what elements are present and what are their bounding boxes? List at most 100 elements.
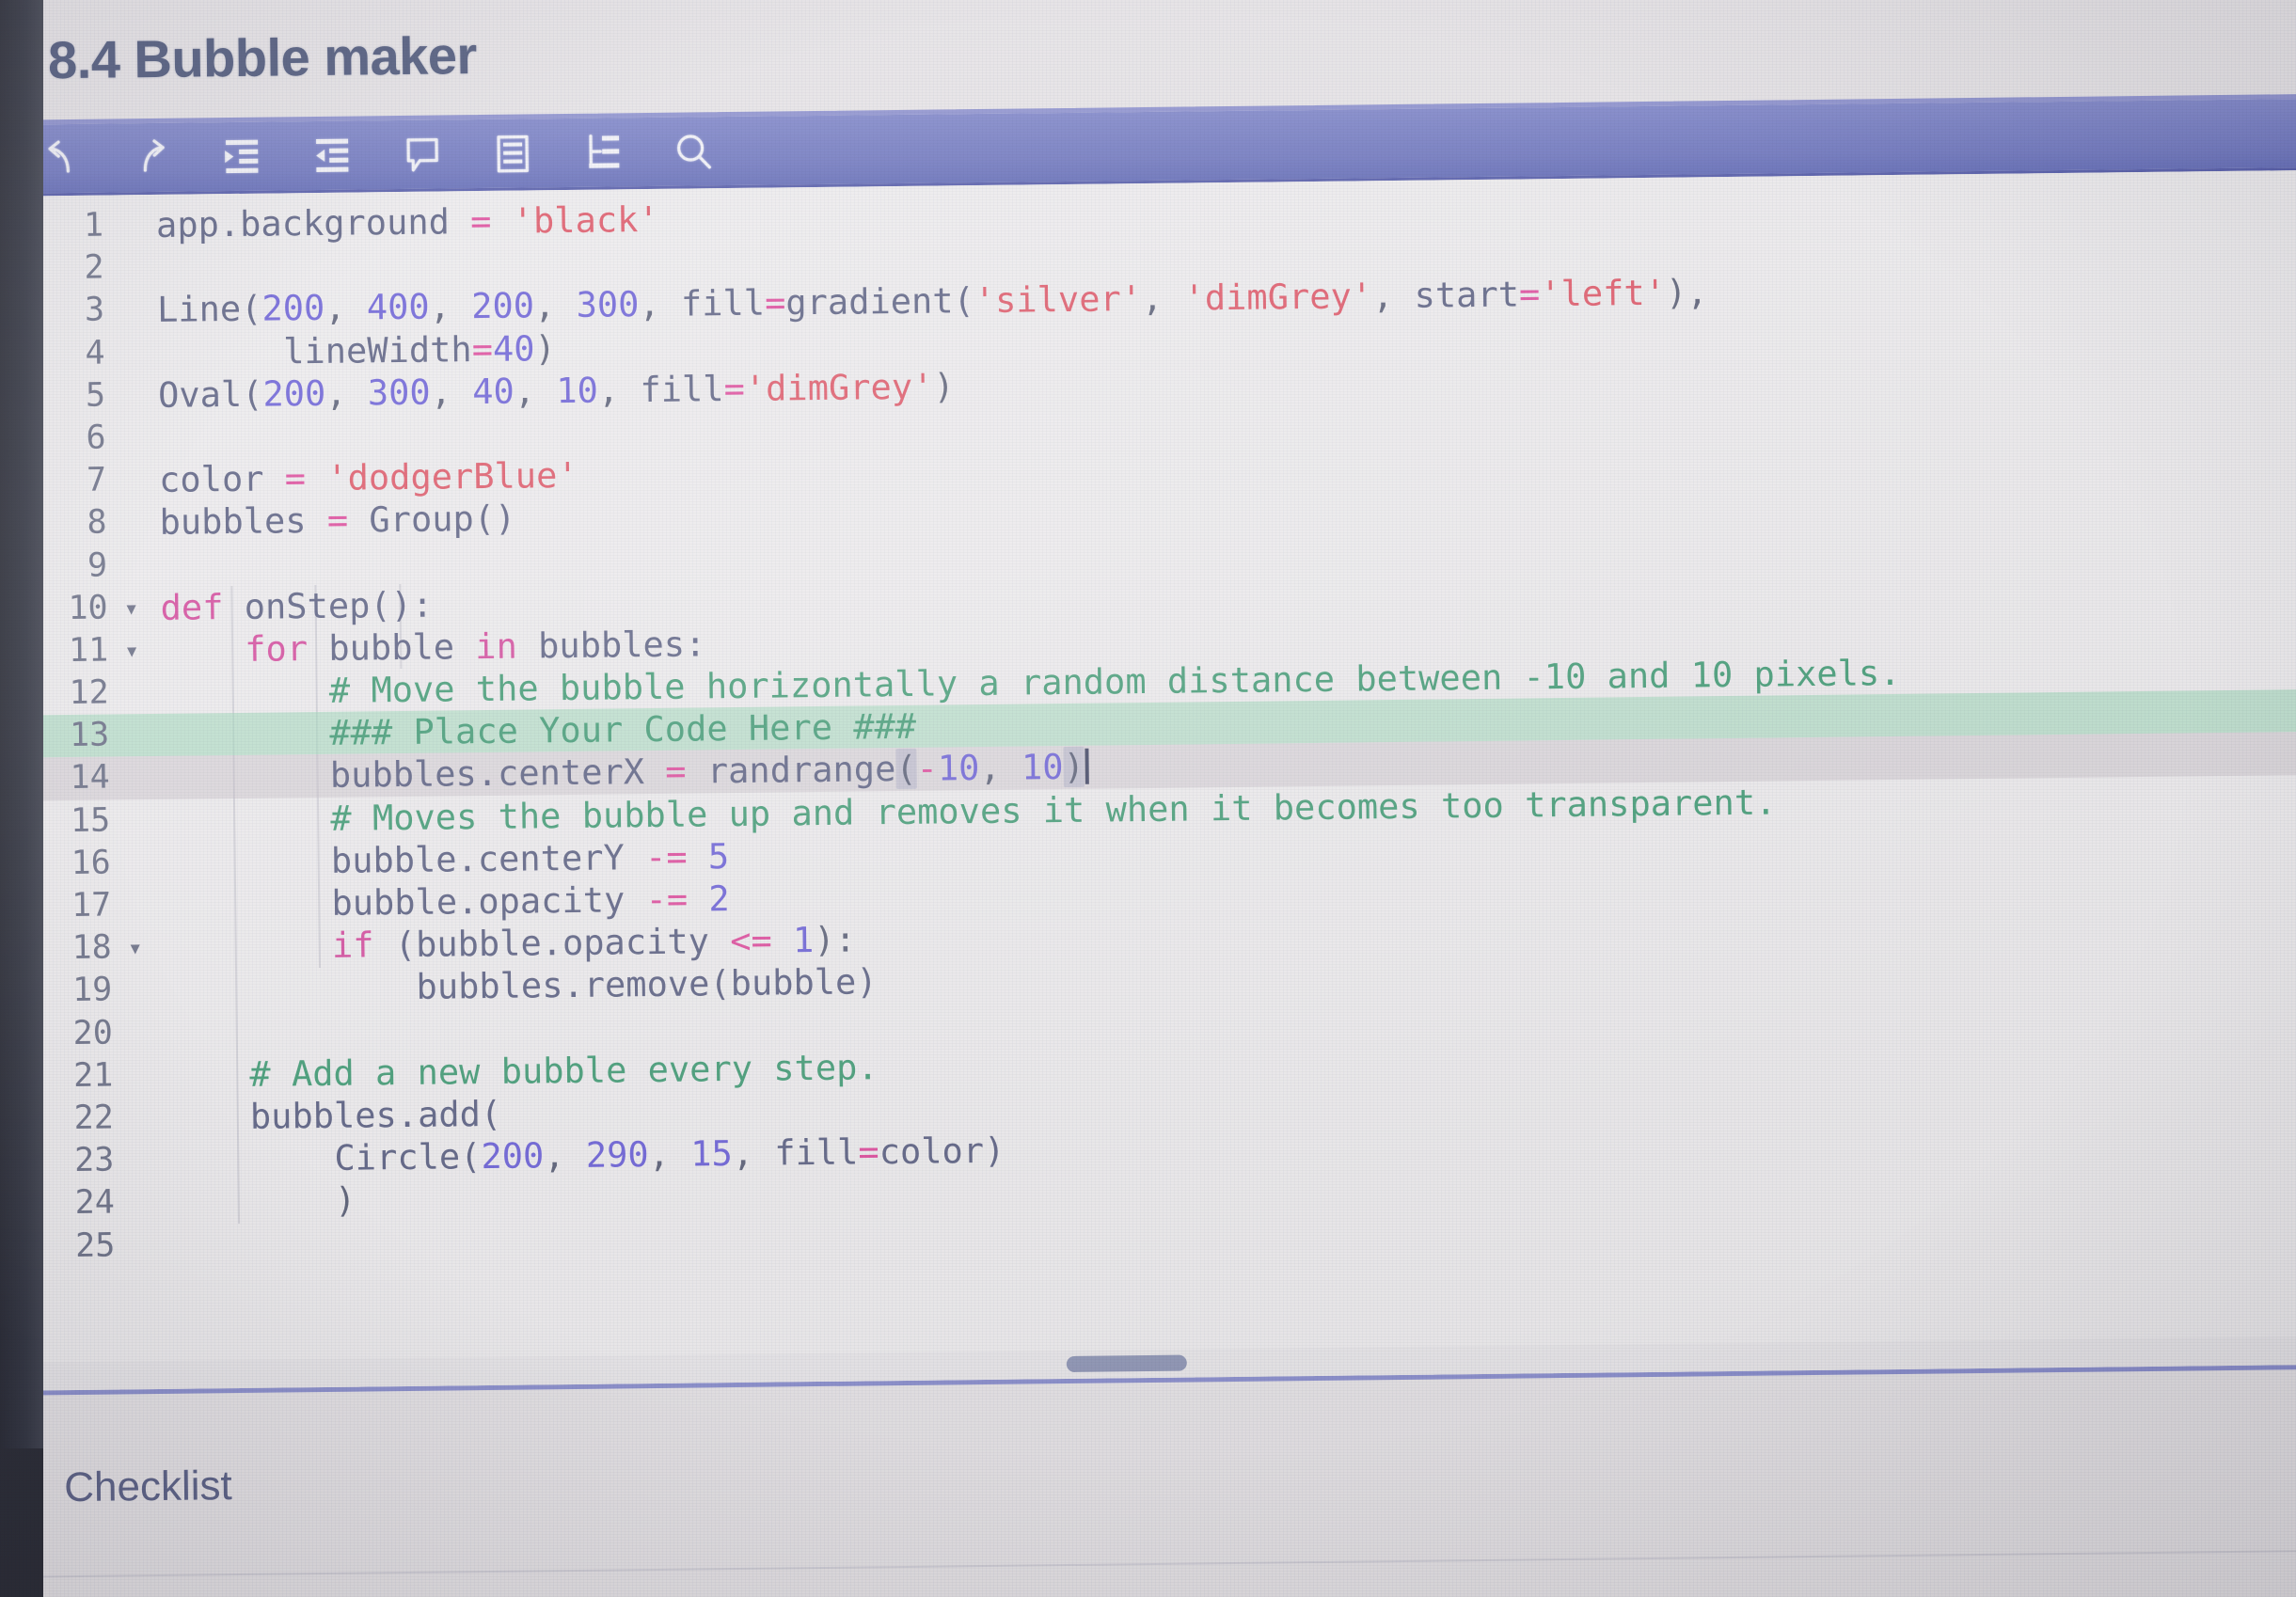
token: , [732, 1132, 775, 1175]
token: 1 [792, 920, 815, 961]
screen-bezel-left-lower [0, 1448, 43, 1597]
token: 'silver' [974, 278, 1143, 322]
token: ) [1063, 747, 1085, 788]
scrollbar-thumb[interactable] [1066, 1354, 1187, 1373]
token: , [1141, 277, 1184, 320]
token: ( [895, 749, 917, 790]
code-viewport[interactable]: 1 app.background = 'black' 2 3 Line(200, 400… [0, 170, 2296, 1363]
indent-left-icon [310, 134, 355, 178]
code-lines[interactable]: 1 app.background = 'black' 2 3 Line(200, 400… [0, 170, 2296, 1268]
token: , [1371, 276, 1415, 317]
token: = [723, 368, 746, 409]
token: Group() [369, 498, 516, 541]
screen-photo: 8.4 Bubble maker 1 app.background = 'bla… [0, 0, 2296, 1597]
token: = [471, 328, 494, 370]
source-text-11: for bubble in bubbles: [148, 623, 706, 672]
token: , [648, 1133, 691, 1176]
toolbar-button-indent[interactable] [197, 120, 288, 193]
token: = [665, 751, 687, 793]
source-text-7: color = 'dodgerBlue' [146, 454, 578, 501]
token: color [158, 458, 264, 501]
token: ) [933, 366, 955, 407]
checklist-label[interactable]: Checklist [64, 1463, 232, 1511]
fold-toggle-10[interactable]: ▾ [115, 587, 148, 630]
toolbar-button-search[interactable] [648, 115, 739, 187]
page-title: 8.4 Bubble maker [47, 25, 478, 90]
token: 'left' [1540, 273, 1667, 315]
token: -= [645, 878, 689, 921]
toolbar-button-editor-view[interactable] [467, 118, 559, 190]
token: 200 [261, 288, 325, 330]
fold-toggle-18[interactable]: ▾ [119, 926, 151, 970]
token: 200 [481, 1135, 545, 1178]
token: if [331, 925, 374, 967]
token: bubbles.add( [166, 1093, 502, 1138]
token: randrange [706, 749, 896, 792]
bottom-divider [18, 1550, 2296, 1578]
token: 'black' [512, 198, 659, 242]
token: def [160, 586, 224, 628]
token: , [430, 371, 473, 413]
token: 300 [367, 372, 431, 414]
fold-toggle-11[interactable]: ▾ [116, 629, 149, 672]
toolbar-button-dedent[interactable] [287, 119, 378, 192]
token: gradient( [785, 280, 975, 324]
token: 200 [262, 372, 326, 415]
token: bubbles.remove(bubble) [165, 961, 878, 1011]
token: = [326, 499, 349, 542]
token: = [764, 282, 786, 324]
token: 10 [1021, 747, 1064, 788]
comment-bubble-icon [401, 133, 445, 177]
token: fill [640, 368, 724, 410]
token: bubble [307, 625, 476, 670]
token: , [544, 1134, 587, 1177]
token: in [475, 625, 518, 667]
toolbar-button-redo[interactable] [106, 121, 198, 194]
source-text-1: app.background = 'black' [143, 198, 659, 246]
token: , [979, 747, 1022, 789]
token: 40 [492, 327, 535, 370]
token: <= [729, 920, 772, 962]
source-text-16: bubble.centerY -= 5 [150, 835, 730, 884]
token: bubbles [159, 500, 307, 544]
token: 200 [470, 285, 535, 327]
token: = [284, 458, 307, 499]
token: 10 [937, 748, 980, 789]
token: , [597, 369, 641, 411]
token: 'dimGrey' [744, 366, 934, 409]
token: , [639, 283, 682, 325]
redo-arrow-icon [130, 135, 174, 180]
token: , [533, 285, 577, 326]
token: , [325, 287, 368, 329]
token: fill [774, 1131, 859, 1174]
undo-arrow-icon [40, 136, 84, 181]
page-container: 8.4 Bubble maker [34, 0, 2296, 90]
token: 40 [471, 371, 515, 412]
source-text-10: def onStep(): [147, 583, 433, 629]
token: 15 [689, 1133, 733, 1175]
screen-bezel-left [0, 0, 43, 1597]
token: for [245, 628, 309, 670]
token: bubble.centerY [163, 837, 625, 883]
token: 'dodgerBlue' [326, 454, 578, 499]
token: Line( [156, 289, 262, 331]
token: , [429, 286, 472, 328]
token: 300 [576, 284, 640, 326]
token: = [469, 200, 492, 243]
code-editor: 1 app.background = 'black' 2 3 Line(200, 400… [0, 93, 2296, 1396]
source-text-4: lineWidth=40) [144, 327, 556, 374]
outline-tree-icon [581, 131, 625, 175]
toolbar-button-comment[interactable] [377, 119, 468, 191]
toolbar-button-outline[interactable] [558, 117, 649, 189]
